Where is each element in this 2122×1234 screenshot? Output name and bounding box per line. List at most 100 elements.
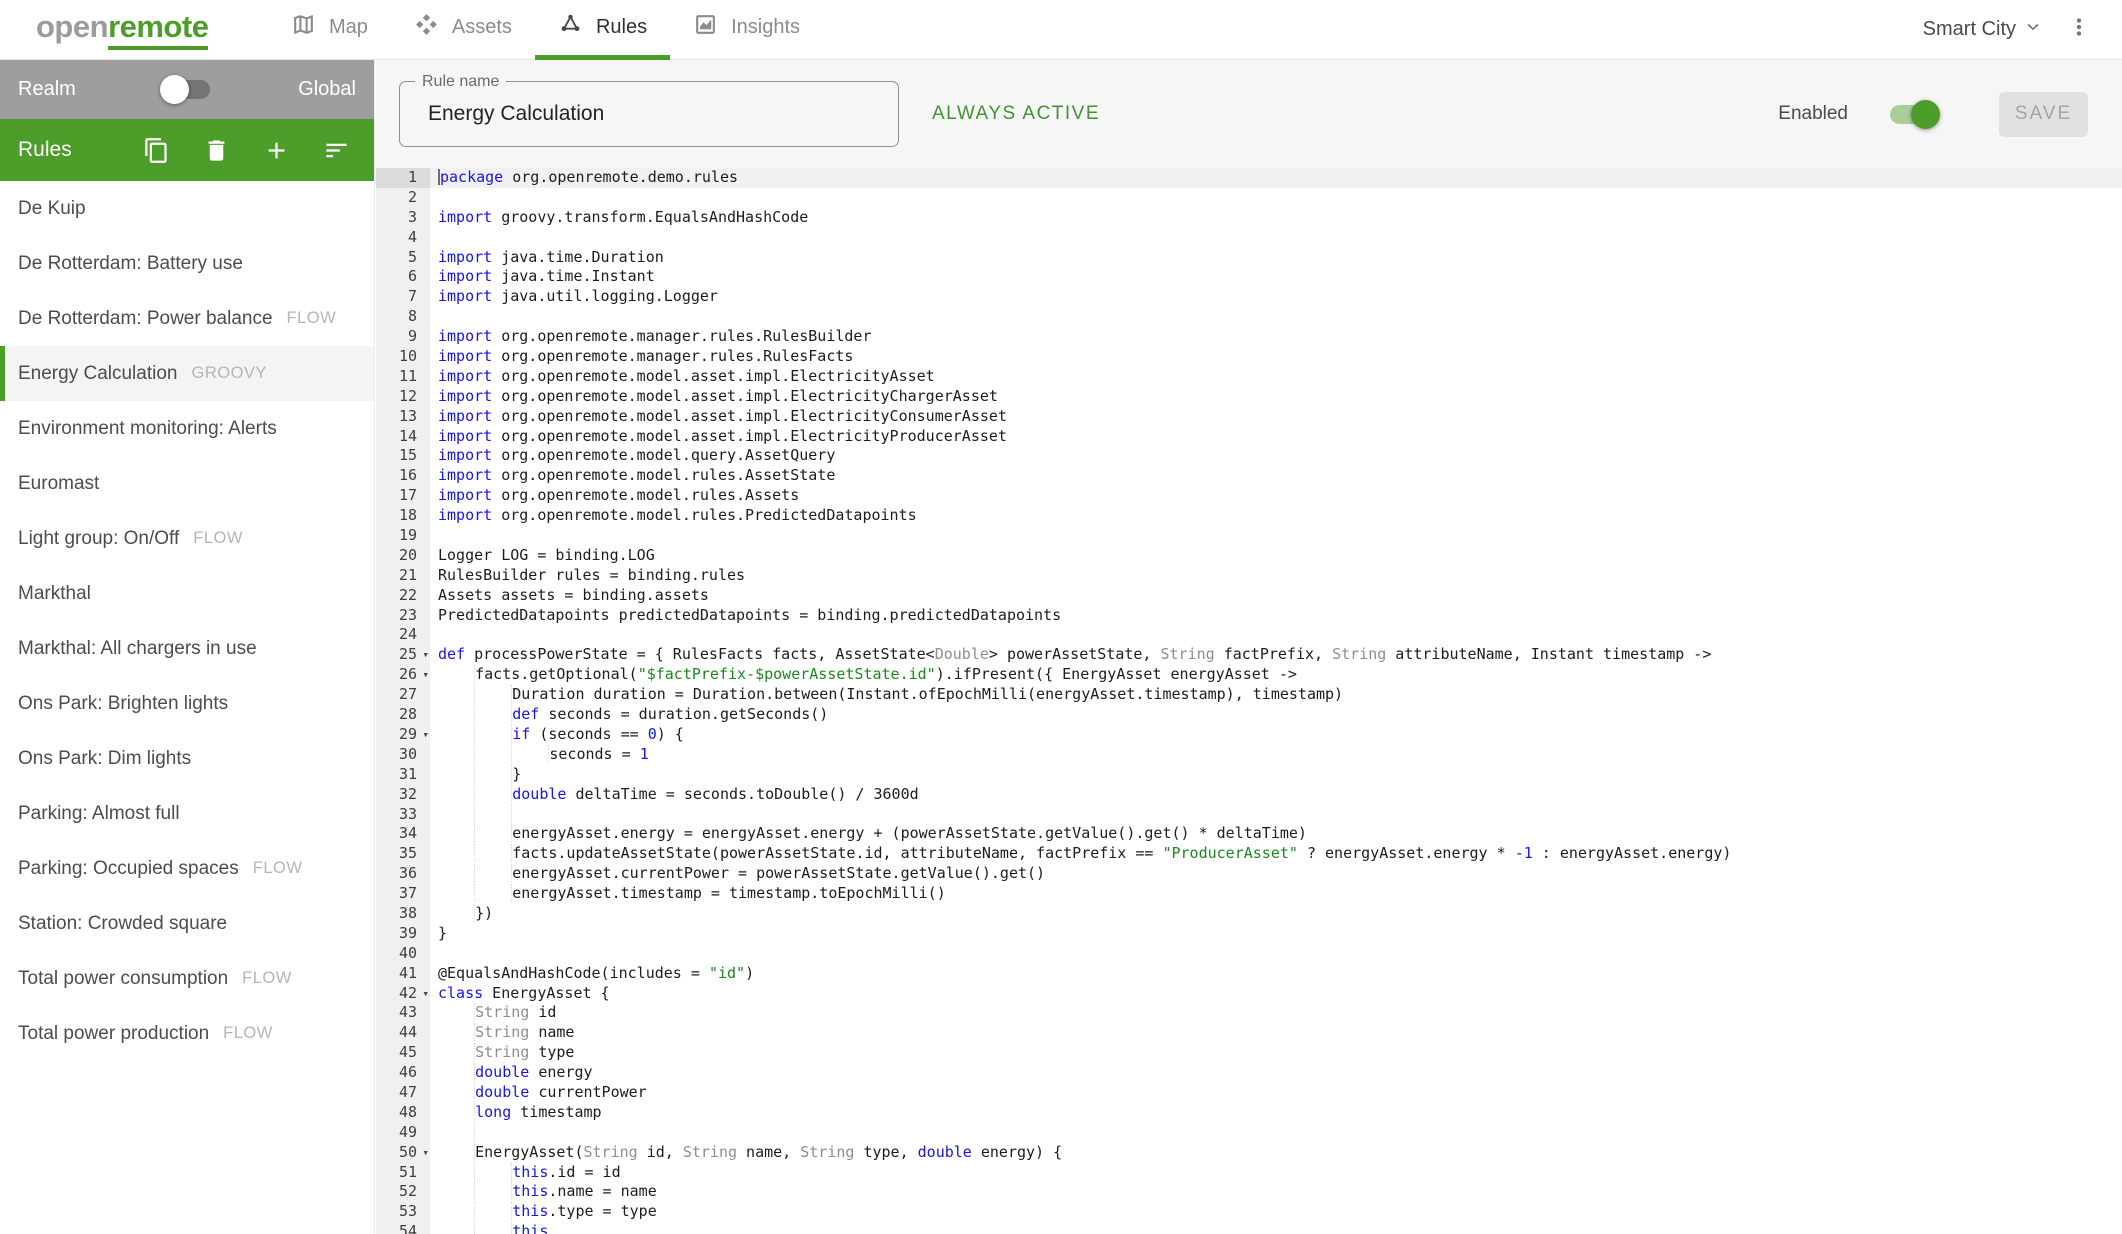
code-line[interactable]: PredictedDatapoints predictedDatapoints … [438, 606, 2122, 626]
gutter-line-number[interactable]: 16 [376, 466, 430, 486]
gutter-line-number[interactable]: 53 [376, 1202, 430, 1222]
code-line[interactable]: }) [438, 904, 2122, 924]
gutter-line-number[interactable]: 6 [376, 267, 430, 287]
code-line[interactable]: } [438, 765, 2122, 785]
gutter-line-number[interactable]: 25▾ [376, 645, 430, 665]
code-line[interactable] [438, 944, 2122, 964]
rule-list-item[interactable]: Station: Crowded square [0, 896, 374, 951]
gutter-line-number[interactable]: 32 [376, 785, 430, 805]
delete-rule-button[interactable] [203, 137, 230, 164]
gutter-line-number[interactable]: 51 [376, 1163, 430, 1183]
gutter-line-number[interactable]: 38 [376, 904, 430, 924]
gutter-line-number[interactable]: 47 [376, 1083, 430, 1103]
code-line[interactable]: import java.util.logging.Logger [438, 287, 2122, 307]
code-line[interactable]: import org.openremote.manager.rules.Rule… [438, 347, 2122, 367]
fold-toggle-icon[interactable]: ▾ [422, 668, 429, 681]
code-line[interactable]: import org.openremote.model.rules.AssetS… [438, 466, 2122, 486]
code-line[interactable]: this.type = type [438, 1202, 2122, 1222]
code-line[interactable]: import org.openremote.model.asset.impl.E… [438, 387, 2122, 407]
realm-global-toggle[interactable] [163, 80, 210, 99]
gutter-line-number[interactable]: 22 [376, 586, 430, 606]
groovy-code-editor[interactable]: 1234567891011121314151617181920212223242… [376, 168, 2122, 1234]
add-rule-button[interactable] [263, 137, 290, 164]
rule-name-field[interactable]: Rule name Energy Calculation [399, 81, 899, 147]
gutter-line-number[interactable]: 10 [376, 347, 430, 367]
rule-list-item[interactable]: Euromast [0, 456, 374, 511]
gutter-line-number[interactable]: 3 [376, 208, 430, 228]
code-line[interactable]: import org.openremote.model.rules.Assets [438, 486, 2122, 506]
gutter-line-number[interactable]: 45 [376, 1043, 430, 1063]
code-line[interactable]: import org.openremote.manager.rules.Rule… [438, 327, 2122, 347]
rule-list-item[interactable]: Total power productionFLOW [0, 1006, 374, 1061]
gutter-line-number[interactable]: 26▾ [376, 665, 430, 685]
rule-list-item[interactable]: Total power consumptionFLOW [0, 951, 374, 1006]
code-line[interactable]: if (seconds == 0) { [438, 725, 2122, 745]
enabled-toggle[interactable] [1890, 105, 1937, 124]
gutter-line-number[interactable]: 1 [376, 168, 430, 188]
gutter-line-number[interactable]: 23 [376, 606, 430, 626]
code-line[interactable]: import org.openremote.model.asset.impl.E… [438, 407, 2122, 427]
code-line[interactable]: def seconds = duration.getSeconds() [438, 705, 2122, 725]
openremote-logo[interactable]: openremote [36, 9, 208, 50]
rule-list-item[interactable]: Ons Park: Brighten lights [0, 676, 374, 731]
code-line[interactable] [438, 625, 2122, 645]
code-line[interactable]: double energy [438, 1063, 2122, 1083]
gutter-line-number[interactable]: 46 [376, 1063, 430, 1083]
rule-list-item[interactable]: Parking: Almost full [0, 786, 374, 841]
gutter-line-number[interactable]: 42▾ [376, 984, 430, 1004]
rule-list-item[interactable]: De Rotterdam: Power balanceFLOW [0, 291, 374, 346]
tab-insights[interactable]: Insights [670, 0, 823, 60]
code-line[interactable]: String type [438, 1043, 2122, 1063]
gutter-line-number[interactable]: 2 [376, 188, 430, 208]
tab-map[interactable]: Map [268, 0, 391, 60]
rule-list-item[interactable]: Energy CalculationGROOVY [0, 346, 374, 401]
gutter-line-number[interactable]: 18 [376, 506, 430, 526]
gutter-line-number[interactable]: 40 [376, 944, 430, 964]
code-line[interactable]: facts.getOptional("$factPrefix-$powerAss… [438, 665, 2122, 685]
gutter-line-number[interactable]: 33 [376, 805, 430, 825]
gutter-line-number[interactable]: 19 [376, 526, 430, 546]
copy-rule-button[interactable] [143, 137, 170, 164]
gutter-line-number[interactable]: 52 [376, 1182, 430, 1202]
rule-list-item[interactable]: De Rotterdam: Battery use [0, 236, 374, 291]
code-line[interactable]: long timestamp [438, 1103, 2122, 1123]
gutter-line-number[interactable]: 14 [376, 427, 430, 447]
gutter-line-number[interactable]: 20 [376, 546, 430, 566]
gutter-line-number[interactable]: 15 [376, 446, 430, 466]
code-line[interactable] [438, 188, 2122, 208]
code-line[interactable]: Duration duration = Duration.between(Ins… [438, 685, 2122, 705]
gutter-line-number[interactable]: 13 [376, 407, 430, 427]
gutter-line-number[interactable]: 9 [376, 327, 430, 347]
rule-list-item[interactable]: De Kuip [0, 181, 374, 236]
code-line[interactable]: class EnergyAsset { [438, 984, 2122, 1004]
gutter-line-number[interactable]: 17 [376, 486, 430, 506]
gutter-line-number[interactable]: 7 [376, 287, 430, 307]
gutter-line-number[interactable]: 36 [376, 864, 430, 884]
code-line[interactable]: energyAsset.timestamp = timestamp.toEpoc… [438, 884, 2122, 904]
gutter-line-number[interactable]: 31 [376, 765, 430, 785]
editor-code-area[interactable]: package org.openremote.demo.rulesimport … [430, 168, 2122, 1234]
code-line[interactable]: this [438, 1222, 2122, 1234]
gutter-line-number[interactable]: 41 [376, 964, 430, 984]
gutter-line-number[interactable]: 34 [376, 824, 430, 844]
code-line[interactable]: import groovy.transform.EqualsAndHashCod… [438, 208, 2122, 228]
code-line[interactable]: def processPowerState = { RulesFacts fac… [438, 645, 2122, 665]
code-line[interactable]: @EqualsAndHashCode(includes = "id") [438, 964, 2122, 984]
overflow-menu-button[interactable] [2066, 14, 2092, 45]
rule-list-item[interactable]: Environment monitoring: Alerts [0, 401, 374, 456]
fold-toggle-icon[interactable]: ▾ [422, 987, 429, 1000]
save-button[interactable]: SAVE [1999, 92, 2088, 137]
code-line[interactable] [438, 1123, 2122, 1143]
gutter-line-number[interactable]: 24 [376, 625, 430, 645]
gutter-line-number[interactable]: 30 [376, 745, 430, 765]
tab-rules[interactable]: Rules [535, 0, 670, 60]
code-line[interactable]: EnergyAsset(String id, String name, Stri… [438, 1143, 2122, 1163]
code-line[interactable]: energyAsset.energy = energyAsset.energy … [438, 824, 2122, 844]
gutter-line-number[interactable]: 4 [376, 228, 430, 248]
rule-list-item[interactable]: Markthal: All chargers in use [0, 621, 374, 676]
gutter-line-number[interactable]: 12 [376, 387, 430, 407]
code-line[interactable]: } [438, 924, 2122, 944]
rule-list-item[interactable]: Ons Park: Dim lights [0, 731, 374, 786]
fold-toggle-icon[interactable]: ▾ [422, 1146, 429, 1159]
code-line[interactable]: import org.openremote.model.rules.Predic… [438, 506, 2122, 526]
